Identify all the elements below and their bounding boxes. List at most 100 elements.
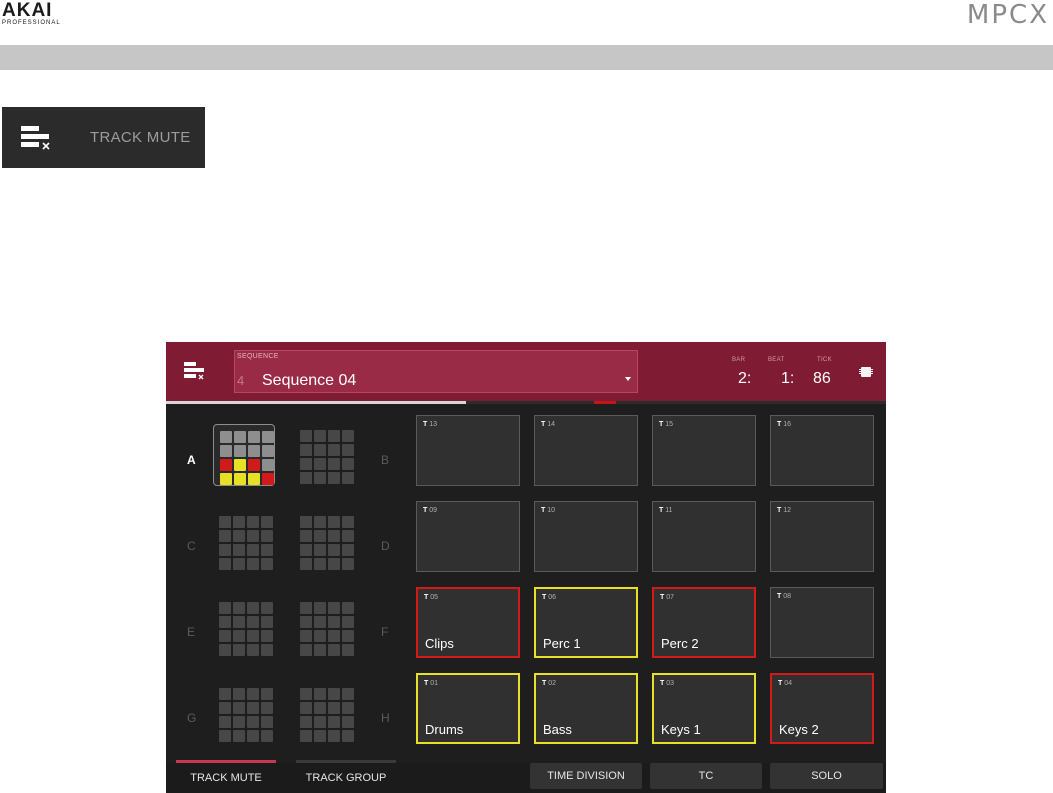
track-pad-15[interactable]: T 15: [652, 415, 756, 486]
bank-mini-pad: [342, 688, 354, 700]
bank-mini-pad: [342, 558, 354, 570]
track-pad-06[interactable]: T 06 Perc 1: [534, 587, 638, 658]
bank-mini-pad: [342, 630, 354, 642]
bank-letter-c: C: [187, 539, 196, 553]
bank-mini-pad: [262, 431, 274, 443]
bank-d-button[interactable]: [294, 510, 356, 572]
bank-mini-pad: [261, 544, 273, 556]
bank-mini-pad: [247, 702, 259, 714]
track-pad-08[interactable]: T 08: [770, 587, 874, 658]
bank-mini-pad: [261, 730, 273, 742]
bank-mini-pad: [342, 702, 354, 714]
track-pad-03[interactable]: T 03 Keys 1: [652, 673, 756, 744]
bank-letter-a: A: [187, 453, 196, 467]
tab-track-mute[interactable]: TRACK MUTE: [176, 760, 276, 793]
bank-mini-pad: [262, 459, 274, 471]
track-prefix: T: [777, 421, 782, 428]
track-number: T 11: [659, 507, 673, 514]
bank-a-button[interactable]: [213, 424, 275, 486]
bank-mini-pad: [234, 445, 246, 457]
track-pad-01[interactable]: T 01 Drums: [416, 673, 520, 744]
bank-mini-pad: [220, 431, 232, 443]
track-mute-icon[interactable]: [183, 360, 207, 384]
bank-mini-pad: [314, 602, 326, 614]
bank-h-button[interactable]: [294, 682, 356, 744]
bank-mini-pad: [233, 644, 245, 656]
track-pad-14[interactable]: T 14: [534, 415, 638, 486]
bank-mini-pad: [328, 458, 340, 470]
bank-mini-pad: [247, 602, 259, 614]
tab-track-group[interactable]: TRACK GROUP: [296, 760, 396, 793]
bank-mini-pad: [342, 472, 354, 484]
bank-letter-e: E: [187, 625, 196, 639]
track-prefix: T: [777, 593, 782, 600]
track-number: T 01: [424, 680, 438, 687]
bank-mini-pad: [219, 630, 231, 642]
bank-mini-pad: [342, 616, 354, 628]
bank-mini-pad: [219, 716, 231, 728]
bank-mini-pad: [328, 472, 340, 484]
akai-logo: AKAI PROFESSIONAL: [2, 1, 61, 26]
track-number-value: 09: [429, 507, 438, 514]
bank-g-button[interactable]: [213, 682, 275, 744]
bank-mini-pad: [220, 459, 232, 471]
bank-mini-pad: [342, 458, 354, 470]
bank-f-button[interactable]: [294, 596, 356, 658]
track-number-value: 15: [665, 421, 674, 428]
track-number: T 16: [777, 421, 791, 428]
tick-value[interactable]: 86: [813, 370, 831, 388]
sequence-name: Sequence 04: [262, 372, 357, 389]
track-pad-13[interactable]: T 13: [416, 415, 520, 486]
track-number-value: 16: [783, 421, 792, 428]
track-prefix: T: [660, 594, 665, 601]
bank-mini-pad: [233, 688, 245, 700]
bank-mini-pad: [234, 431, 246, 443]
bank-mini-pad: [219, 530, 231, 542]
tick-caption: TICK: [817, 357, 832, 363]
bank-mini-pad: [248, 473, 260, 485]
bank-mini-pad: [233, 544, 245, 556]
bank-mini-pad: [247, 688, 259, 700]
sequence-selector[interactable]: SEQUENCE 4 Sequence 04: [234, 350, 638, 393]
bank-c-button[interactable]: [213, 510, 275, 572]
bank-mini-pad: [233, 702, 245, 714]
solo-button[interactable]: SOLO: [770, 763, 883, 789]
track-pad-10[interactable]: T 10: [534, 501, 638, 572]
time-division-button[interactable]: TIME DIVISION: [530, 763, 642, 789]
track-pad-16[interactable]: T 16: [770, 415, 874, 486]
bank-mini-pad: [300, 516, 312, 528]
bank-mini-pad: [300, 716, 312, 728]
track-pad-07[interactable]: T 07 Perc 2: [652, 587, 756, 658]
bank-mini-pad: [233, 558, 245, 570]
bank-b-button[interactable]: [294, 424, 356, 486]
bank-mini-pad: [300, 644, 312, 656]
bar-value[interactable]: 2:: [738, 370, 751, 388]
track-pad-11[interactable]: T 11: [652, 501, 756, 572]
track-number: T 05: [424, 594, 438, 601]
bank-mini-pad: [219, 602, 231, 614]
track-pad-12[interactable]: T 12: [770, 501, 874, 572]
track-number: T 03: [660, 680, 674, 687]
bank-mini-pad: [300, 702, 312, 714]
track-pad-02[interactable]: T 02 Bass: [534, 673, 638, 744]
track-number: T 08: [777, 593, 791, 600]
track-mute-icon: [20, 121, 54, 155]
bank-mini-pad: [314, 530, 326, 542]
bank-mini-pad: [247, 530, 259, 542]
track-pad-04[interactable]: T 04 Keys 2: [770, 673, 874, 744]
track-name: Drums: [425, 722, 464, 737]
beat-value[interactable]: 1:: [781, 370, 794, 388]
track-number-value: 03: [666, 680, 675, 687]
track-pad-09[interactable]: T 09: [416, 501, 520, 572]
track-pad-05[interactable]: T 05 Clips: [416, 587, 520, 658]
bank-e-button[interactable]: [213, 596, 275, 658]
bank-mini-pad: [300, 530, 312, 542]
bank-mini-pad: [328, 716, 340, 728]
bank-mini-pad: [314, 472, 326, 484]
track-number-value: 11: [665, 507, 673, 514]
tc-button[interactable]: TC: [650, 763, 762, 789]
track-number-value: 02: [548, 680, 557, 687]
track-number-value: 13: [429, 421, 438, 428]
bank-mini-pad: [247, 616, 259, 628]
track-prefix: T: [659, 507, 664, 514]
